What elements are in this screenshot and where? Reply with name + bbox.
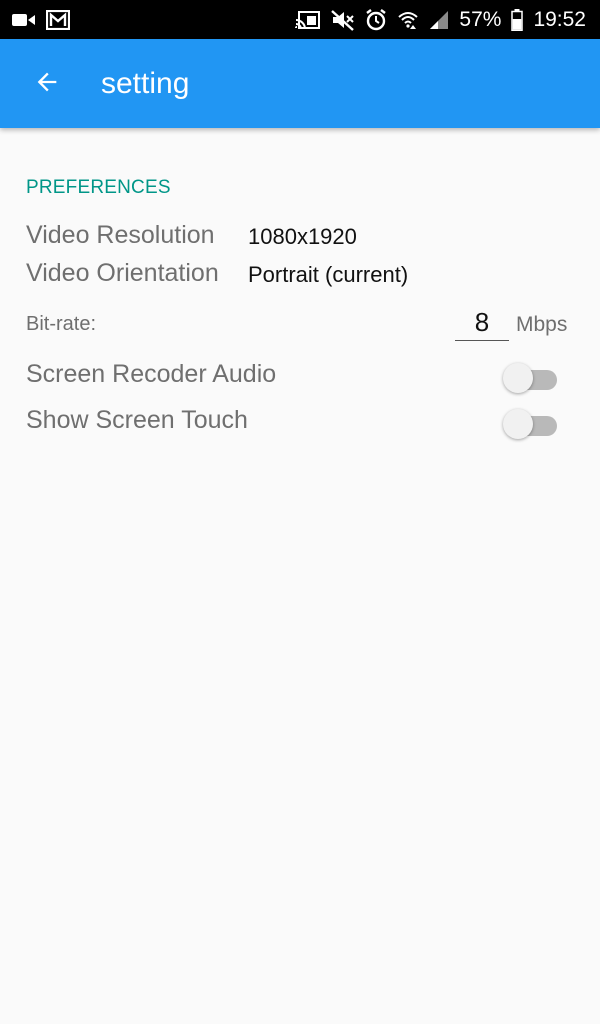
switch-thumb <box>503 409 533 439</box>
preferences-header: PREFERENCES <box>26 177 171 198</box>
bitrate-unit: Mbps <box>516 313 568 336</box>
switch-thumb <box>503 363 533 393</box>
app-bar: setting <box>0 39 600 128</box>
video-orientation-label[interactable]: Video Orientation <box>26 259 219 288</box>
signal-icon <box>429 10 449 30</box>
status-bar-right: 57% 19:52 <box>295 0 586 39</box>
clock: 19:52 <box>533 8 586 31</box>
status-bar: 57% 19:52 <box>0 0 600 39</box>
cast-icon <box>295 10 321 30</box>
battery-icon <box>511 8 524 31</box>
status-bar-left <box>12 0 70 39</box>
bitrate-label: Bit-rate: <box>26 313 97 335</box>
show-screen-touch-switch[interactable] <box>503 406 557 440</box>
video-resolution-value[interactable]: 1080x1920 <box>248 224 357 250</box>
video-orientation-value[interactable]: Portrait (current) <box>248 262 408 288</box>
show-screen-touch-label: Show Screen Touch <box>26 406 248 434</box>
battery-percent: 57% <box>459 8 502 31</box>
screen-recorder-audio-label: Screen Recoder Audio <box>26 360 277 388</box>
mute-icon <box>331 9 355 31</box>
screen-recorder-audio-switch[interactable] <box>503 360 557 394</box>
back-button[interactable] <box>24 61 70 107</box>
video-camera-icon <box>12 12 36 28</box>
gmail-icon <box>46 9 70 30</box>
bitrate-input[interactable] <box>455 304 509 341</box>
page-title: setting <box>101 67 190 100</box>
alarm-icon <box>365 8 387 31</box>
wifi-icon <box>397 9 419 31</box>
video-resolution-label[interactable]: Video Resolution <box>26 221 215 250</box>
arrow-back-icon <box>33 68 61 101</box>
